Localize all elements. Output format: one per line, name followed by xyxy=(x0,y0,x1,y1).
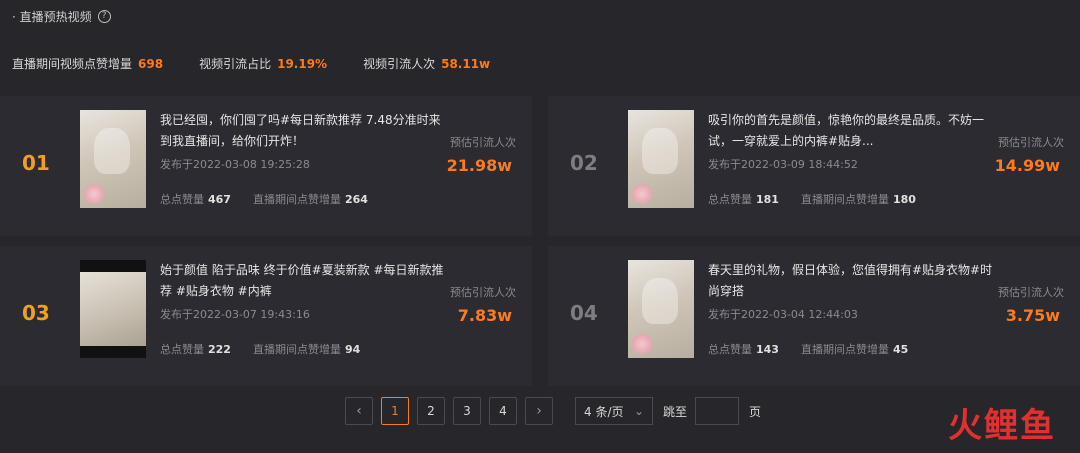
estimate-label: 预估引流人次 xyxy=(998,286,1064,299)
video-card[interactable]: 02 吸引你的首先是颜值，惊艳你的最终是品质。不妨一试，一穿就爱上的内裤#贴身.… xyxy=(548,96,1080,236)
stat-traffic-count: 视频引流人次 58.11w xyxy=(363,55,490,72)
page-1-button[interactable]: 1 xyxy=(381,397,409,425)
chevron-down-icon: ⌄ xyxy=(633,404,644,418)
stat-value: 58.11w xyxy=(441,57,491,71)
section-header: · 直播预热视频 ? xyxy=(12,8,111,25)
stats-bar: 直播期间视频点赞增量 698 视频引流占比 19.19% 视频引流人次 58.11w xyxy=(12,55,490,72)
rank-number: 03 xyxy=(22,301,50,325)
page-3-button[interactable]: 3 xyxy=(453,397,481,425)
live-likes: 直播期间点赞增量 264 xyxy=(252,193,368,206)
rank-number: 04 xyxy=(570,301,598,325)
page-size-select[interactable]: 4 条/页 ⌄ xyxy=(575,397,653,425)
live-likes: 直播期间点赞增量 94 xyxy=(252,343,361,356)
video-thumbnail[interactable] xyxy=(80,110,146,208)
estimate-label: 预估引流人次 xyxy=(998,136,1064,149)
video-card[interactable]: 03 始于颜值 陷于品味 终于价值#夏装新款 #每日新款推荐 #贴身衣物 #内裤… xyxy=(0,246,532,386)
total-likes: 总点赞量 222 xyxy=(160,343,231,356)
estimate-value: 14.99w xyxy=(994,156,1060,175)
estimate-label: 预估引流人次 xyxy=(450,136,516,149)
jump-page-input[interactable] xyxy=(695,397,740,425)
video-thumbnail[interactable] xyxy=(628,110,694,208)
brand-logo: 火鲤鱼 xyxy=(948,406,1056,446)
pagination: ‹ 1 2 3 4 › 4 条/页 ⌄ 跳至 页 xyxy=(345,397,761,425)
video-thumbnail[interactable] xyxy=(80,260,146,358)
video-title[interactable]: 春天里的礼物，假日体验，您值得拥有#贴身衣物#时尚穿搭 xyxy=(708,260,998,302)
video-title[interactable]: 始于颜值 陷于品味 终于价值#夏装新款 #每日新款推荐 #贴身衣物 #内裤 xyxy=(160,260,450,302)
page-unit-label: 页 xyxy=(749,404,762,419)
rank-number: 01 xyxy=(22,151,50,175)
estimate-value: 7.83w xyxy=(457,306,512,325)
video-thumbnail[interactable] xyxy=(628,260,694,358)
card-metrics: 总点赞量 222 直播期间点赞增量 94 xyxy=(160,341,360,357)
card-metrics: 总点赞量 143 直播期间点赞增量 45 xyxy=(708,341,908,357)
prev-page-button[interactable]: ‹ xyxy=(345,397,373,425)
publish-date: 发布于2022-03-08 19:25:28 xyxy=(160,158,310,171)
publish-date: 发布于2022-03-04 12:44:03 xyxy=(708,308,858,321)
stat-value: 19.19% xyxy=(277,57,328,71)
video-card[interactable]: 01 我已经囤，你们囤了吗#每日新款推荐 7.48分准时来到我直播间，给你们开炸… xyxy=(0,96,532,236)
estimate-label: 预估引流人次 xyxy=(450,286,516,299)
publish-date: 发布于2022-03-07 19:43:16 xyxy=(160,308,310,321)
stat-value: 698 xyxy=(138,57,164,71)
help-icon[interactable]: ? xyxy=(97,10,111,23)
estimate-value: 3.75w xyxy=(1005,306,1060,325)
video-card[interactable]: 04 春天里的礼物，假日体验，您值得拥有#贴身衣物#时尚穿搭 发布于2022-0… xyxy=(548,246,1080,386)
stat-label: 直播期间视频点赞增量 xyxy=(12,57,133,71)
page-4-button[interactable]: 4 xyxy=(489,397,517,425)
rank-number: 02 xyxy=(570,151,598,175)
card-metrics: 总点赞量 467 直播期间点赞增量 264 xyxy=(160,191,368,207)
section-title: · 直播预热视频 xyxy=(12,10,92,24)
publish-date: 发布于2022-03-09 18:44:52 xyxy=(708,158,858,171)
total-likes: 总点赞量 143 xyxy=(708,343,779,356)
live-likes: 直播期间点赞增量 180 xyxy=(800,193,916,206)
estimate-value: 21.98w xyxy=(446,156,512,175)
total-likes: 总点赞量 467 xyxy=(160,193,231,206)
stat-traffic-ratio: 视频引流占比 19.19% xyxy=(199,55,327,72)
page-size-value: 4 条/页 xyxy=(584,404,624,419)
next-page-button[interactable]: › xyxy=(525,397,553,425)
stat-like-increase: 直播期间视频点赞增量 698 xyxy=(12,55,163,72)
card-metrics: 总点赞量 181 直播期间点赞增量 180 xyxy=(708,191,916,207)
stat-label: 视频引流人次 xyxy=(363,57,436,71)
video-title[interactable]: 吸引你的首先是颜值，惊艳你的最终是品质。不妨一试，一穿就爱上的内裤#贴身... xyxy=(708,110,998,152)
jump-label: 跳至 xyxy=(663,404,688,419)
video-title[interactable]: 我已经囤，你们囤了吗#每日新款推荐 7.48分准时来到我直播间，给你们开炸！ xyxy=(160,110,450,152)
total-likes: 总点赞量 181 xyxy=(708,193,779,206)
stat-label: 视频引流占比 xyxy=(199,57,272,71)
live-likes: 直播期间点赞增量 45 xyxy=(800,343,909,356)
page-2-button[interactable]: 2 xyxy=(417,397,445,425)
